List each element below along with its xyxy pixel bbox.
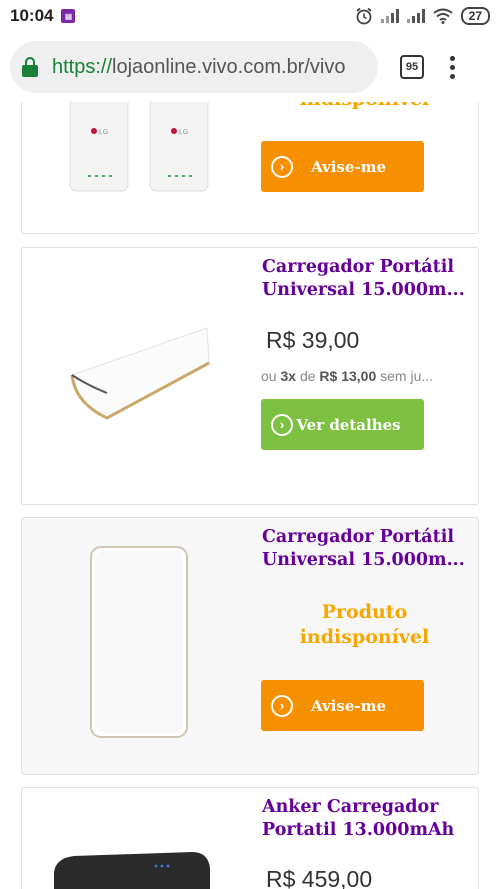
signal-1-icon [380, 9, 399, 23]
battery-indicator: 27 [460, 7, 490, 25]
status-time: 10:04 [10, 6, 54, 25]
installments-de: de [299, 368, 316, 384]
svg-text:LG: LG [179, 129, 188, 136]
lock-icon [22, 57, 38, 77]
app-notification-icon: ▦ [61, 9, 76, 23]
wifi-icon [433, 8, 453, 24]
url-scheme: https:// [52, 55, 113, 78]
lg-power-bank-image: LG LG [69, 102, 209, 192]
white-power-bank-image [90, 546, 188, 738]
svg-text:LG: LG [99, 129, 108, 136]
anker-power-bank-image [54, 852, 210, 889]
url-host: lojaonline.vivo.com.br/vivo [112, 55, 346, 78]
url-text[interactable]: https://lojaonline.vivo.com.br/vivo [52, 56, 345, 79]
slim-power-bank-image [70, 327, 210, 420]
installments-text: ou 3x de R$ 13,00 sem ju... [261, 368, 433, 384]
installments-amount: R$ 13,00 [319, 368, 377, 384]
product-card[interactable]: LG LG indisponível › Avise-me [21, 102, 479, 234]
notify-me-button[interactable]: › Avise-me [261, 680, 424, 731]
status-bar: 10:04 ▦ 27 [0, 0, 500, 32]
product-price: R$ 459,00 [266, 866, 373, 889]
chevron-right-icon: › [271, 155, 293, 178]
product-title[interactable]: Carregador Portátil Universal 15.000m... [262, 526, 467, 572]
tab-switcher-button[interactable]: 95 [400, 55, 424, 79]
installments-count: 3x [280, 368, 297, 384]
unavailable-text: indisponível [262, 102, 467, 112]
alarm-icon [356, 7, 372, 25]
product-price: R$ 39,00 [266, 327, 360, 353]
unavailable-text: Produto indisponível [299, 601, 430, 648]
installments-suffix: sem ju... [380, 368, 434, 384]
product-title[interactable]: Carregador Portátil Universal 15.000m... [262, 256, 467, 302]
installments-prefix: ou [261, 368, 277, 384]
chevron-right-icon: › [271, 413, 293, 436]
status-icons: 27 [355, 7, 490, 25]
button-label: Avise-me [310, 696, 387, 715]
product-card[interactable]: Anker Carregador Portatil 13.000mAh R$ 4… [21, 787, 479, 889]
product-card[interactable]: Carregador Portátil Universal 15.000m...… [21, 247, 479, 505]
product-title[interactable]: Anker Carregador Portatil 13.000mAh [262, 796, 467, 842]
button-label: Ver detalhes [296, 415, 401, 434]
notify-me-button[interactable]: › Avise-me [261, 141, 424, 192]
product-card[interactable]: Carregador Portátil Universal 15.000m...… [21, 517, 479, 775]
chevron-right-icon: › [271, 694, 293, 717]
view-details-button[interactable]: › Ver detalhes [261, 399, 424, 450]
browser-toolbar: https://lojaonline.vivo.com.br/vivo 95 [0, 32, 500, 102]
signal-2-icon [406, 9, 425, 23]
product-list[interactable]: LG LG indisponível › Avise-me Carregador… [0, 102, 500, 889]
button-label: Avise-me [310, 157, 387, 176]
address-bar[interactable]: https://lojaonline.vivo.com.br/vivo [10, 41, 378, 93]
more-menu-icon[interactable] [450, 55, 455, 79]
